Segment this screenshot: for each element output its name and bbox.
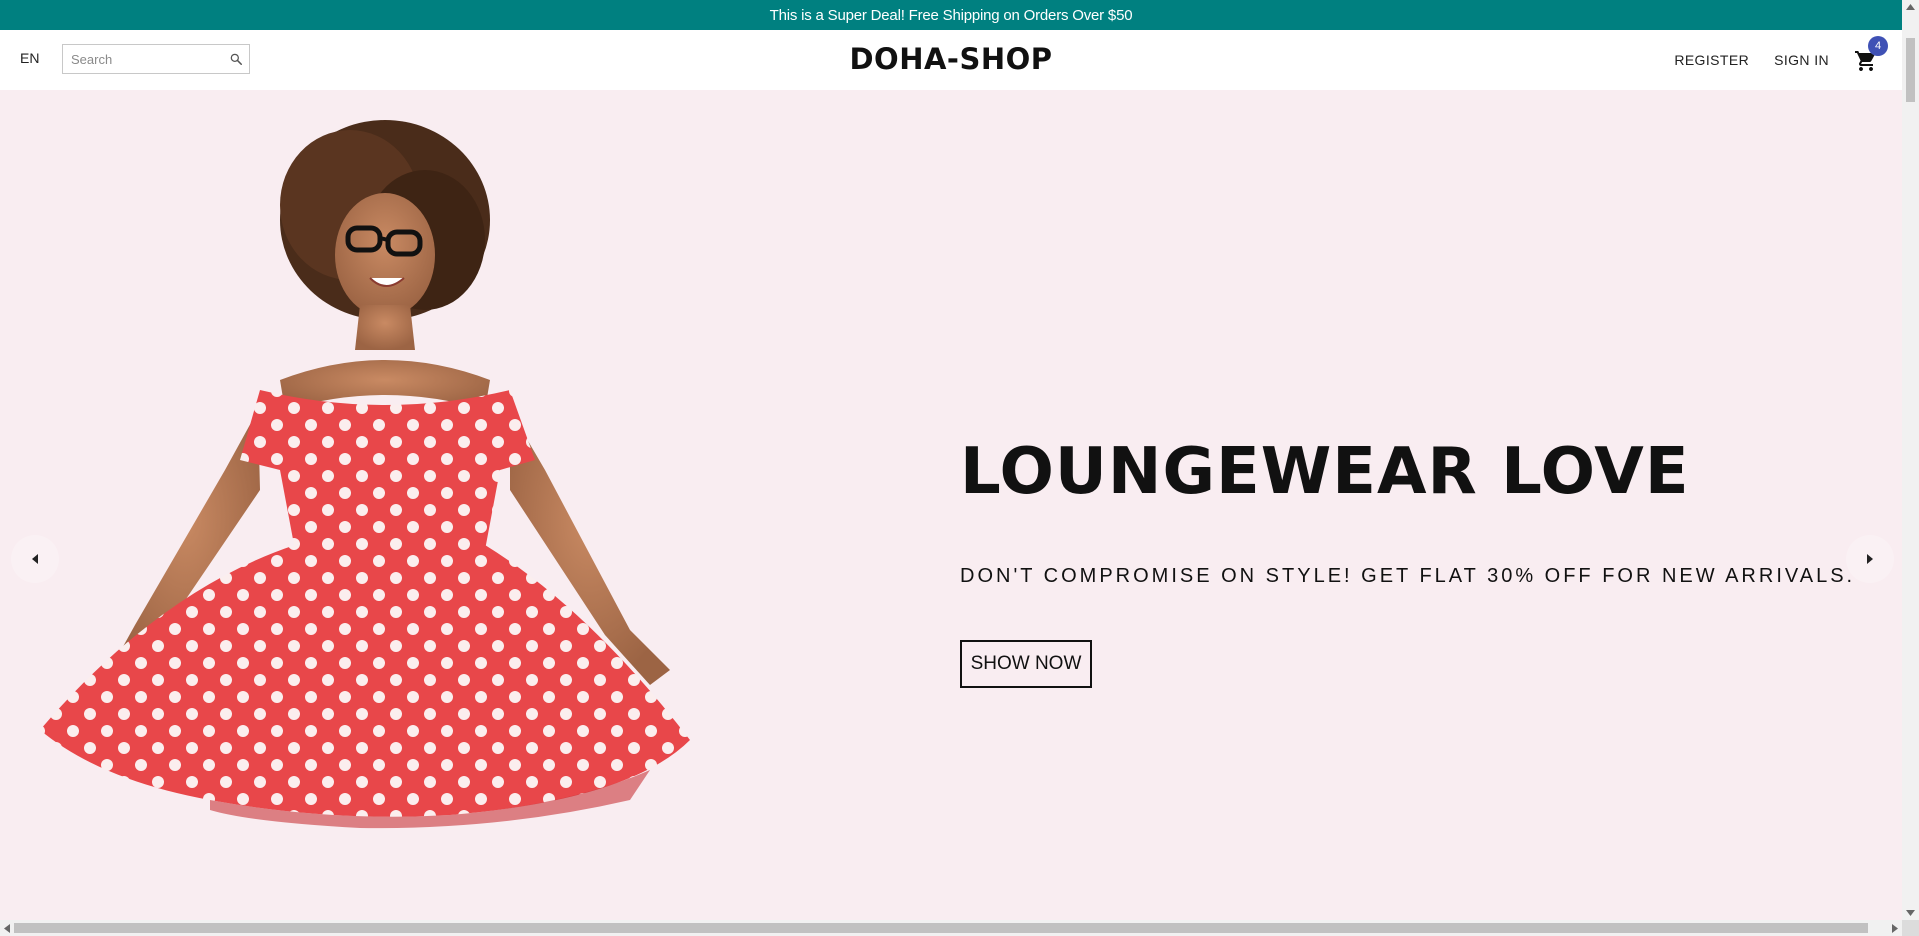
announcement-text: This is a Super Deal! Free Shipping on O…: [769, 6, 1133, 24]
horizontal-scrollbar[interactable]: [0, 920, 1902, 936]
scroll-down-icon[interactable]: [1906, 910, 1915, 916]
account-nav: REGISTER SIGN IN 4: [1674, 30, 1902, 90]
register-link[interactable]: REGISTER: [1674, 52, 1749, 68]
header-navbar: EN DOHA-SHOP REGISTER SIGN IN 4: [0, 30, 1902, 90]
vertical-scroll-thumb[interactable]: [1906, 38, 1915, 102]
horizontal-scroll-thumb[interactable]: [14, 923, 1868, 933]
scroll-up-icon[interactable]: [1906, 4, 1915, 10]
scroll-right-icon[interactable]: [1892, 924, 1898, 933]
brand-logo-container: DOHA-SHOP: [0, 42, 1902, 76]
language-selector[interactable]: EN: [20, 50, 39, 66]
page-viewport: This is a Super Deal! Free Shipping on O…: [0, 0, 1902, 920]
announcement-bar: This is a Super Deal! Free Shipping on O…: [0, 0, 1902, 30]
cart-count-badge: 4: [1868, 36, 1888, 56]
caret-left-icon: [32, 554, 38, 564]
cart-button[interactable]: 4: [1854, 36, 1888, 73]
caret-right-icon: [1867, 554, 1873, 564]
show-now-button[interactable]: SHOW NOW: [960, 640, 1092, 688]
brand-logo[interactable]: DOHA-SHOP: [849, 42, 1052, 76]
carousel-prev-button[interactable]: [11, 535, 59, 583]
scrollbar-corner: [1902, 920, 1919, 936]
hero-title: LOUNGEWEAR LOVE: [960, 435, 1690, 509]
hero-carousel: LOUNGEWEAR LOVE DON'T COMPROMISE ON STYL…: [0, 90, 1902, 920]
hero-subtitle: DON'T COMPROMISE ON STYLE! GET FLAT 30% …: [960, 565, 1856, 587]
hero-image: [40, 120, 690, 829]
sign-in-link[interactable]: SIGN IN: [1774, 52, 1829, 68]
vertical-scrollbar[interactable]: [1902, 0, 1919, 920]
search-box: [62, 44, 250, 74]
carousel-next-button[interactable]: [1846, 535, 1894, 583]
search-input[interactable]: [63, 45, 223, 73]
search-icon[interactable]: [229, 52, 243, 66]
scroll-left-icon[interactable]: [4, 924, 10, 933]
